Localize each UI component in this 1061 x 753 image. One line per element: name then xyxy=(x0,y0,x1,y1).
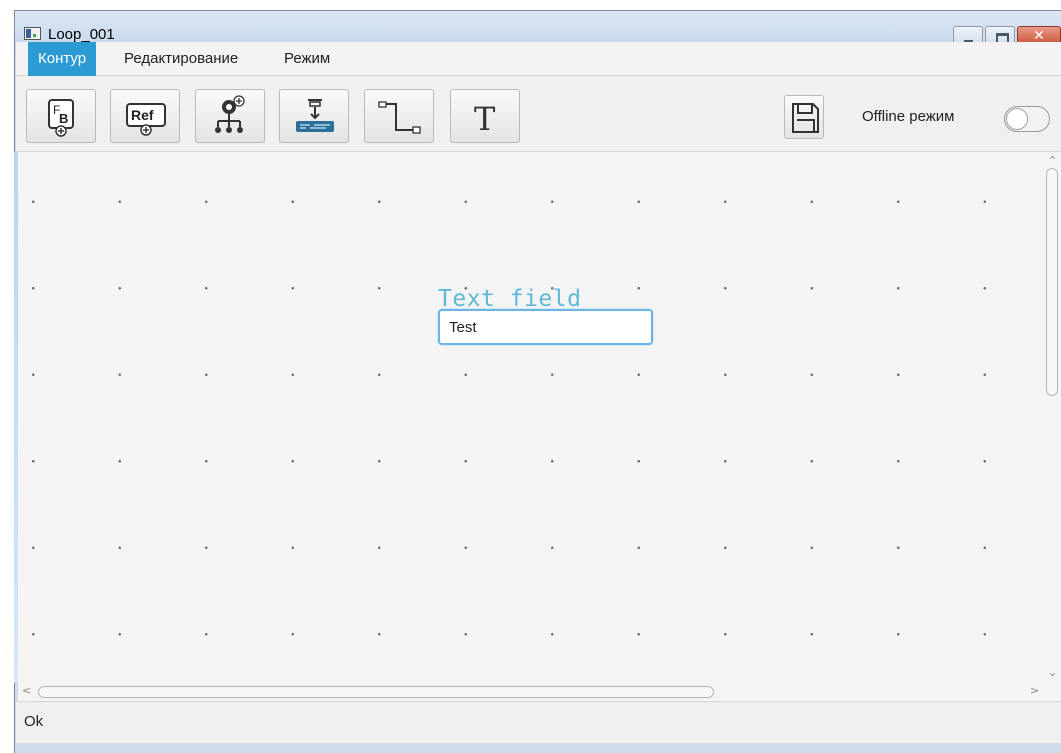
toolbar: F B Ref T Offline режим xyxy=(16,76,1061,152)
reference-add-icon: Ref xyxy=(126,103,166,136)
save-icon xyxy=(792,103,819,133)
vertical-scroll-thumb[interactable] xyxy=(1046,168,1058,396)
scroll-up-icon[interactable]: ⌃ xyxy=(1048,154,1057,167)
scroll-left-icon[interactable]: < xyxy=(22,684,31,697)
window-title: Loop_001 xyxy=(48,26,115,43)
scroll-down-icon[interactable]: ⌄ xyxy=(1048,666,1057,679)
svg-text:T: T xyxy=(474,100,496,138)
text-tool-icon: T xyxy=(474,100,496,138)
offline-mode-label: Offline режим xyxy=(862,108,955,125)
vertical-scrollbar[interactable]: ⌃ ⌄ xyxy=(1043,152,1061,683)
add-device-button[interactable] xyxy=(279,89,349,143)
network-add-icon xyxy=(215,95,245,133)
add-network-button[interactable] xyxy=(195,89,265,143)
menu-item-editing[interactable]: Редактирование xyxy=(114,42,248,76)
app-icon xyxy=(24,27,41,40)
horizontal-scrollbar[interactable]: < > xyxy=(18,683,1043,701)
function-block-add-icon: F B xyxy=(48,99,74,137)
add-function-block-button[interactable]: F B xyxy=(26,89,96,143)
text-tool-button[interactable]: T xyxy=(450,89,520,143)
toggle-knob[interactable] xyxy=(1006,108,1028,130)
diagram-canvas[interactable]: Text field xyxy=(18,152,1045,683)
add-reference-button[interactable]: Ref xyxy=(110,89,180,143)
save-button[interactable] xyxy=(784,95,824,139)
menu-bar: Контур Редактирование Режим xyxy=(16,42,1061,76)
scroll-right-icon[interactable]: > xyxy=(1030,684,1039,697)
status-bar: Ok xyxy=(16,701,1061,743)
offline-mode-toggle[interactable] xyxy=(1004,106,1050,132)
connector-button[interactable] xyxy=(364,89,434,143)
svg-text:Ref: Ref xyxy=(131,107,154,123)
text-field-input[interactable] xyxy=(438,309,653,345)
horizontal-scroll-thumb[interactable] xyxy=(38,686,714,698)
device-input-icon xyxy=(296,99,334,132)
scroll-corner xyxy=(1043,683,1061,701)
connector-line-icon xyxy=(378,101,421,134)
svg-text:B: B xyxy=(59,111,68,126)
menu-item-kontur[interactable]: Контур xyxy=(28,42,97,76)
menu-item-mode[interactable]: Режим xyxy=(274,42,340,76)
status-text: Ok xyxy=(24,713,44,730)
